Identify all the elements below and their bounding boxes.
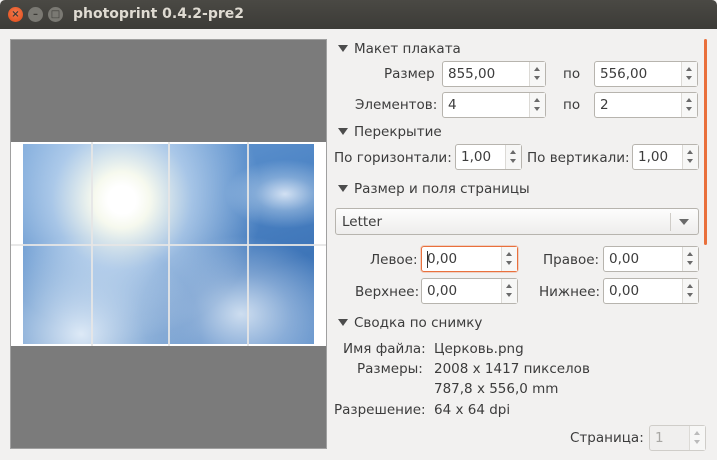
page-margin-top [11, 40, 326, 142]
margin-top-label: Верхнее: [355, 284, 420, 300]
paper-size-select[interactable]: Letter [335, 208, 699, 235]
section-summary-label: Сводка по снимку [354, 315, 483, 331]
margin-right-value: 0,00 [609, 251, 640, 267]
section-page-label: Размер и поля страницы [354, 181, 530, 197]
expander-icon [338, 128, 348, 135]
poster-preview[interactable] [10, 39, 327, 449]
section-overlap-label: Перекрытие [354, 124, 442, 140]
section-poster-layout[interactable]: Макет плаката [338, 41, 461, 57]
combo-separator [670, 213, 671, 231]
scrollbar-thumb[interactable] [704, 39, 707, 245]
spin-arrows-icon[interactable] [505, 145, 521, 169]
paper-size-value: Letter [342, 214, 383, 230]
resolution-label: Разрешение: [334, 402, 426, 418]
margin-left-label: Левое: [370, 252, 418, 268]
spin-arrows-icon[interactable] [682, 145, 698, 169]
size-width-value: 855,00 [448, 66, 496, 82]
overlap-vertical-value: 1,00 [638, 149, 669, 165]
size-height-value: 556,00 [600, 66, 648, 82]
overlap-horizontal-label: По горизонтали: [334, 150, 452, 166]
text-caret [427, 251, 428, 268]
section-summary[interactable]: Сводка по снимку [338, 315, 482, 331]
dims-label: Размеры: [357, 361, 423, 377]
spin-arrows-icon[interactable] [529, 93, 545, 117]
section-poster-layout-label: Макет плаката [354, 41, 461, 57]
margin-right-spin[interactable]: 0,00 [603, 246, 699, 272]
resolution-value: 64 x 64 dpi [434, 402, 511, 418]
elements-cols-spin[interactable]: 4 [442, 92, 546, 118]
expander-icon [338, 45, 348, 52]
spin-arrows-icon[interactable] [501, 279, 517, 303]
minimize-icon[interactable]: – [28, 7, 43, 22]
section-page[interactable]: Размер и поля страницы [338, 181, 530, 197]
title-bar: × – □ photoprint 0.4.2-pre2 [0, 0, 717, 29]
dims-mm-value: 787,8 x 556,0 mm [434, 381, 559, 397]
dims-px-value: 2008 x 1417 пикселов [434, 361, 590, 377]
margin-left-spin[interactable]: 0,00 [421, 246, 518, 272]
chevron-down-icon[interactable] [679, 219, 689, 225]
overlap-horizontal-spin[interactable]: 1,00 [455, 144, 522, 170]
elements-rows-value: 2 [600, 97, 609, 113]
margin-bottom-spin[interactable]: 0,00 [603, 278, 699, 304]
page-margin-bottom [11, 346, 326, 448]
window-title: photoprint 0.4.2-pre2 [73, 6, 245, 22]
margin-left-value: 0,00 [427, 251, 458, 267]
margin-bottom-value: 0,00 [609, 283, 640, 299]
overlap-horizontal-value: 1,00 [461, 149, 492, 165]
page-number-label: Страница: [570, 430, 644, 446]
tile-line-h1 [11, 244, 326, 246]
maximize-icon[interactable]: □ [48, 7, 63, 22]
overlap-vertical-spin[interactable]: 1,00 [632, 144, 699, 170]
section-overlap[interactable]: Перекрытие [338, 124, 442, 140]
spin-arrows-icon[interactable] [689, 426, 705, 450]
expander-icon [338, 319, 348, 326]
spin-arrows-icon[interactable] [681, 93, 697, 117]
margin-top-value: 0,00 [427, 283, 458, 299]
filename-label: Имя файла: [343, 341, 426, 357]
spin-arrows-icon[interactable] [682, 247, 698, 271]
margin-top-spin[interactable]: 0,00 [421, 278, 518, 304]
close-icon[interactable]: × [8, 7, 23, 22]
size-by-label: по [563, 66, 581, 82]
size-height-spin[interactable]: 556,00 [594, 61, 698, 87]
margin-bottom-label: Нижнее: [539, 284, 601, 300]
filename-value: Церковь.png [434, 341, 524, 357]
overlap-vertical-label: По вертикали: [527, 150, 630, 166]
spin-arrows-icon[interactable] [682, 279, 698, 303]
spin-arrows-icon[interactable] [529, 62, 545, 86]
spin-arrows-icon[interactable] [501, 247, 517, 271]
page-number-value: 1 [655, 430, 664, 446]
spin-arrows-icon[interactable] [681, 62, 697, 86]
margin-right-label: Правое: [543, 252, 600, 268]
elements-cols-value: 4 [448, 97, 457, 113]
expander-icon [338, 185, 348, 192]
size-label: Размер [384, 66, 435, 82]
elements-label: Элементов: [355, 97, 438, 113]
page-number-spin[interactable]: 1 [649, 425, 706, 451]
elements-by-label: по [563, 97, 581, 113]
size-width-spin[interactable]: 855,00 [442, 61, 546, 87]
elements-rows-spin[interactable]: 2 [594, 92, 698, 118]
